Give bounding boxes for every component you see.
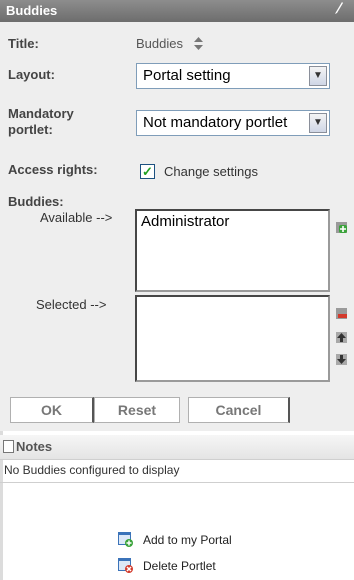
change-settings-checkbox[interactable]: ✓	[140, 164, 155, 179]
portlet-title: Buddies	[6, 3, 58, 18]
notes-message: No Buddies configured to display	[4, 463, 180, 477]
chevron-down-icon[interactable]: ▼	[309, 113, 327, 133]
notes-title: Notes	[16, 439, 53, 454]
access-rights-label: Access rights:	[8, 162, 98, 177]
layout-selected-value: Portal setting	[143, 67, 231, 84]
move-down-icon[interactable]	[336, 353, 347, 365]
delete-portlet-icon	[118, 558, 133, 573]
mandatory-select[interactable]: Not mandatory portlet ▼	[136, 110, 330, 136]
reset-button[interactable]: Reset	[94, 397, 180, 423]
form-button-row: OK Reset Cancel	[0, 393, 354, 431]
portlet-titlebar: Buddies	[0, 0, 354, 22]
remove-buddy-icon[interactable]	[336, 307, 347, 319]
move-up-icon[interactable]	[336, 331, 347, 343]
pencil-icon[interactable]	[334, 1, 344, 18]
document-icon	[3, 440, 14, 453]
delete-portlet-link[interactable]: Delete Portlet	[143, 559, 216, 573]
notes-header: Notes	[0, 435, 354, 460]
ok-button[interactable]: OK	[10, 397, 94, 423]
selected-label: Selected -->	[36, 297, 107, 312]
mandatory-label-line2: portlet:	[8, 122, 53, 137]
notes-body: No Buddies configured to display	[0, 460, 354, 483]
layout-select[interactable]: Portal setting ▼	[136, 63, 330, 89]
add-buddy-icon[interactable]	[336, 221, 347, 233]
list-item[interactable]: Administrator	[137, 211, 328, 232]
sort-arrows-icon[interactable]	[194, 37, 203, 53]
available-label: Available -->	[40, 210, 113, 225]
cancel-button[interactable]: Cancel	[188, 397, 290, 423]
mandatory-label-line1: Mandatory	[8, 106, 74, 121]
add-to-portal-link[interactable]: Add to my Portal	[143, 533, 232, 547]
change-settings-label: Change settings	[164, 164, 258, 179]
settings-form: Title: Buddies Layout: Portal setting ▼ …	[0, 22, 354, 403]
selected-buddies-list[interactable]	[135, 295, 330, 382]
check-icon: ✓	[142, 164, 153, 179]
add-portal-icon	[118, 532, 133, 547]
buddies-label: Buddies:	[8, 194, 64, 209]
layout-label: Layout:	[8, 67, 55, 82]
title-value: Buddies	[136, 36, 183, 51]
chevron-down-icon[interactable]: ▼	[309, 66, 327, 86]
mandatory-selected-value: Not mandatory portlet	[143, 114, 288, 131]
available-buddies-list[interactable]: Administrator	[135, 209, 330, 292]
title-label: Title:	[8, 36, 39, 51]
